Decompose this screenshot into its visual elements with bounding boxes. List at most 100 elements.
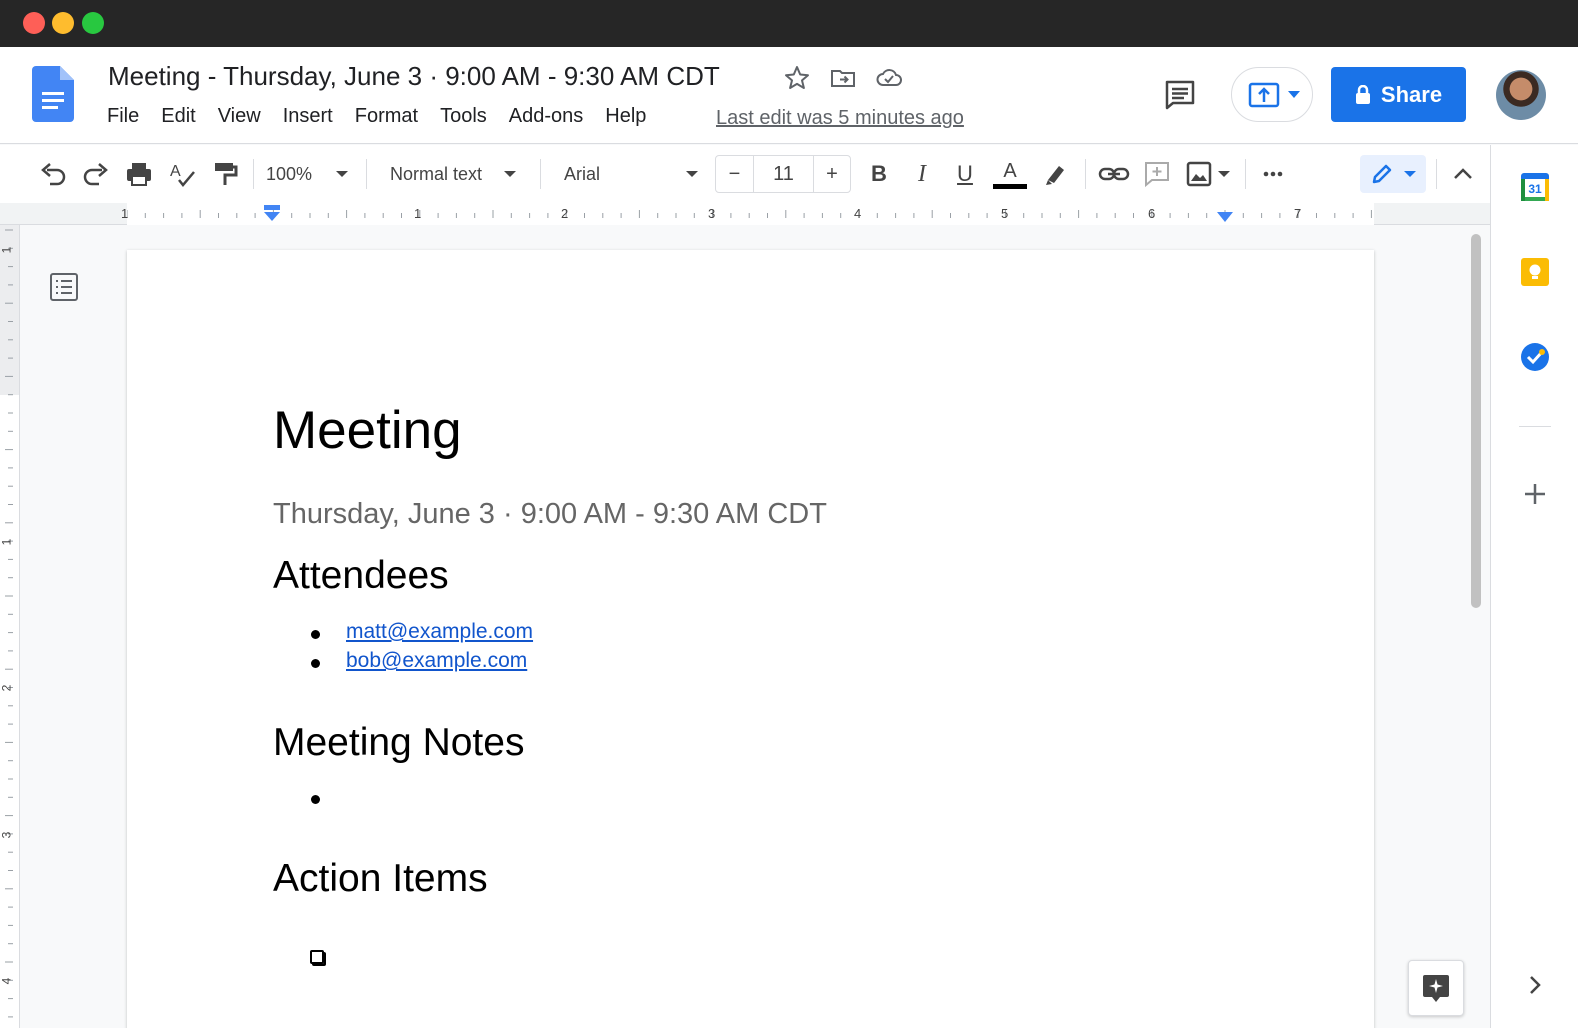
insert-image-button[interactable] [1184, 158, 1232, 190]
expand-panel-icon[interactable] [1519, 969, 1551, 1001]
chevron-down-icon [1288, 91, 1300, 98]
toolbar-separator [366, 159, 367, 189]
add-icon[interactable] [1519, 478, 1551, 510]
add-comment-icon[interactable] [1142, 158, 1172, 190]
indent-marker[interactable] [262, 205, 282, 223]
docs-logo-icon[interactable] [32, 66, 74, 122]
ruler-number: 3 [708, 206, 716, 221]
zoom-value: 100% [266, 163, 313, 184]
menu-view[interactable]: View [218, 105, 261, 128]
window-titlebar [0, 0, 1578, 47]
document-outline-icon[interactable] [49, 272, 79, 302]
attendee-link[interactable]: matt@example.com [346, 620, 533, 644]
paint-format-icon[interactable] [210, 158, 240, 190]
menu-insert[interactable]: Insert [283, 105, 333, 128]
undo-icon[interactable] [38, 158, 68, 190]
document-page[interactable]: Meeting Thursday, June 3 · 9:00 AM - 9:3… [127, 250, 1374, 1028]
ruler-number: 6 [1148, 206, 1156, 221]
document-canvas[interactable]: Meeting Thursday, June 3 · 9:00 AM - 9:3… [21, 226, 1490, 1028]
vertical-ruler-number: 1 [0, 246, 14, 254]
calendar-date: 31 [1528, 182, 1542, 196]
explore-button[interactable] [1408, 960, 1464, 1016]
explore-icon [1423, 975, 1449, 1002]
app-header: Meeting - Thursday, June 3 · 9:00 AM - 9… [0, 47, 1578, 144]
hide-menus-icon[interactable] [1448, 158, 1478, 190]
attendees-heading[interactable]: Attendees [273, 554, 449, 598]
zoom-select[interactable]: 100% [266, 158, 356, 190]
pencil-icon [1372, 164, 1392, 184]
increase-font-size-button[interactable]: + [814, 156, 850, 192]
document-subtitle[interactable]: Thursday, June 3 · 9:00 AM - 9:30 AM CDT [273, 498, 827, 531]
paragraph-style-select[interactable]: Normal text [380, 158, 530, 190]
text-color-letter: A [1003, 159, 1017, 182]
chevron-down-icon [686, 171, 699, 177]
present-icon [1248, 82, 1280, 108]
document-heading[interactable]: Meeting [273, 400, 462, 461]
account-avatar[interactable] [1496, 70, 1546, 120]
highlight-icon[interactable] [1042, 158, 1070, 190]
toolbar-separator [1245, 159, 1246, 189]
menu-help[interactable]: Help [605, 105, 646, 128]
comment-history-icon[interactable] [1162, 77, 1198, 113]
maximize-window-button[interactable] [82, 12, 104, 34]
list-bullet[interactable] [311, 795, 320, 804]
right-indent-marker[interactable] [1216, 211, 1234, 223]
move-folder-icon[interactable] [829, 64, 857, 92]
present-button[interactable] [1231, 67, 1313, 122]
decrease-font-size-button[interactable]: − [716, 156, 754, 192]
text-color-button[interactable]: A [992, 158, 1028, 190]
horizontal-ruler[interactable]: 1 1 2 3 4 5 6 7 [0, 203, 1490, 225]
font-family-select[interactable]: Arial [554, 158, 704, 190]
italic-button[interactable]: I [908, 158, 936, 190]
menu-format[interactable]: Format [355, 105, 418, 128]
tasks-icon[interactable] [1519, 341, 1551, 373]
vertical-ruler-ticks [5, 229, 13, 1018]
more-options-icon[interactable] [1258, 158, 1288, 190]
last-edit-link[interactable]: Last edit was 5 minutes ago [716, 107, 964, 130]
side-panel-divider [1519, 426, 1551, 427]
spellcheck-icon[interactable]: A [167, 158, 197, 190]
paragraph-style-value: Normal text [390, 163, 483, 184]
list-bullet [311, 630, 320, 639]
toolbar-separator [1436, 159, 1437, 189]
share-label: Share [1380, 81, 1443, 107]
vertical-ruler-number: 1 [0, 538, 14, 546]
calendar-icon[interactable]: 31 [1519, 171, 1551, 203]
cloud-status-icon[interactable] [875, 64, 903, 92]
action-items-heading[interactable]: Action Items [273, 857, 488, 901]
minimize-window-button[interactable] [52, 12, 74, 34]
share-button[interactable]: Share [1331, 67, 1466, 122]
menu-edit[interactable]: Edit [161, 105, 195, 128]
redo-icon[interactable] [81, 158, 111, 190]
action-item-checkbox[interactable] [310, 950, 324, 964]
font-size-input[interactable]: 11 [754, 156, 814, 192]
vertical-ruler[interactable]: 1 1 2 3 4 [0, 225, 20, 1028]
chevron-down-icon [336, 171, 349, 177]
document-title[interactable]: Meeting - Thursday, June 3 · 9:00 AM - 9… [108, 61, 720, 92]
bold-button[interactable]: B [865, 158, 893, 190]
insert-link-icon[interactable] [1097, 158, 1131, 190]
close-window-button[interactable] [23, 12, 45, 34]
star-icon[interactable] [783, 64, 811, 92]
print-icon[interactable] [124, 158, 154, 190]
vertical-scrollbar[interactable] [1471, 234, 1481, 608]
menu-file[interactable]: File [107, 105, 139, 128]
ruler-ticks [127, 210, 1372, 218]
side-panel: 31 [1490, 145, 1578, 1028]
menu-tools[interactable]: Tools [440, 105, 487, 128]
meeting-notes-heading[interactable]: Meeting Notes [273, 721, 524, 765]
vertical-ruler-number: 4 [0, 977, 14, 985]
attendee-link[interactable]: bob@example.com [346, 649, 527, 673]
keep-icon[interactable] [1519, 256, 1551, 288]
chevron-down-icon [504, 171, 517, 177]
menu-addons[interactable]: Add-ons [509, 105, 584, 128]
chevron-down-icon [1218, 171, 1230, 177]
menu-bar: File Edit View Insert Format Tools Add-o… [107, 105, 668, 128]
toolbar-separator [540, 159, 541, 189]
chevron-down-icon [1404, 171, 1416, 177]
editing-mode-button[interactable] [1360, 155, 1426, 193]
ruler-number: 1 [121, 206, 129, 221]
ruler-number: 4 [854, 206, 862, 221]
underline-button[interactable]: U [951, 158, 979, 190]
image-icon [1186, 161, 1212, 187]
